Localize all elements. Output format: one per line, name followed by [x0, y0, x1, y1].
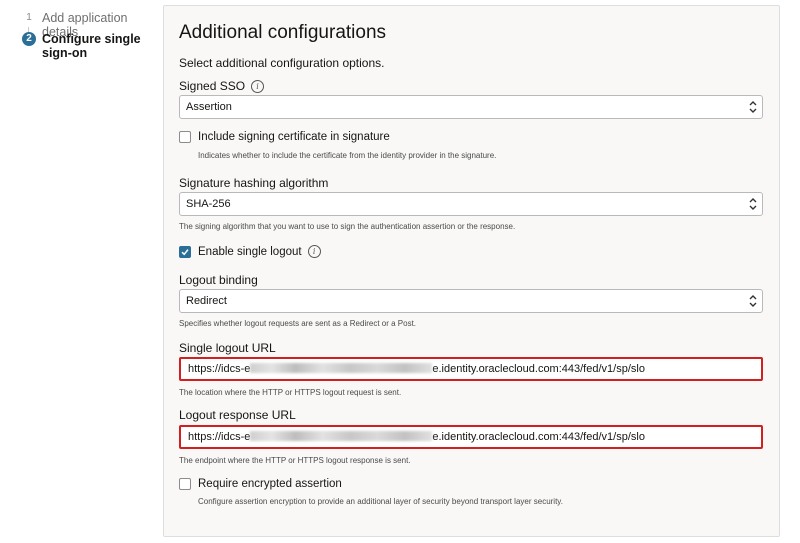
signature-hashing-help: The signing algorithm that you want to u… — [179, 222, 516, 231]
include-signing-certificate-checkbox[interactable] — [179, 131, 191, 143]
logout-response-url-label: Logout response URL — [179, 408, 296, 422]
logout-binding-value: Redirect — [186, 295, 227, 307]
require-encrypted-assertion-label: Require encrypted assertion — [198, 478, 342, 490]
include-signing-certificate-label: Include signing certificate in signature — [198, 131, 390, 143]
redacted-region — [250, 431, 433, 441]
url-suffix: e.identity.oraclecloud.com:443/fed/v1/sp… — [432, 431, 645, 443]
url-prefix: https://idcs-e — [188, 363, 251, 375]
step-number: 2 — [22, 32, 36, 46]
redacted-region — [250, 363, 433, 373]
url-prefix: https://idcs-e — [188, 431, 251, 443]
url-suffix: e.identity.oraclecloud.com:443/fed/v1/sp… — [432, 363, 645, 375]
logout-binding-label: Logout binding — [179, 273, 258, 287]
enable-single-logout-checkbox[interactable] — [179, 246, 191, 258]
signed-sso-label: Signed SSO i — [179, 79, 265, 93]
checkmark-icon — [181, 249, 189, 256]
signed-sso-select[interactable]: Assertion — [179, 95, 763, 119]
chevron-updown-icon — [749, 295, 757, 307]
logout-binding-help: Specifies whether logout requests are se… — [179, 319, 417, 328]
info-icon[interactable]: i — [251, 80, 265, 93]
panel-subtitle: Select additional configuration options. — [179, 56, 385, 70]
logout-response-url-help: The endpoint where the HTTP or HTTPS log… — [179, 456, 411, 465]
signature-hashing-select[interactable]: SHA-256 — [179, 192, 763, 216]
steps-nav: 1 Add application details 2 Configure si… — [0, 0, 160, 543]
require-encrypted-assertion-checkbox[interactable] — [179, 478, 191, 490]
require-encrypted-assertion-help: Configure assertion encryption to provid… — [198, 497, 563, 506]
panel-title: Additional configurations — [179, 22, 387, 43]
single-logout-url-help: The location where the HTTP or HTTPS log… — [179, 388, 402, 397]
signature-hashing-value: SHA-256 — [186, 198, 231, 210]
signed-sso-label-text: Signed SSO — [179, 79, 246, 93]
single-logout-url-value: https://idcs-e e.identity.oraclecloud.com… — [188, 359, 645, 379]
info-icon[interactable]: i — [307, 245, 321, 258]
single-logout-url-label: Single logout URL — [179, 341, 276, 355]
logout-response-url-value: https://idcs-e e.identity.oraclecloud.com… — [188, 427, 645, 447]
enable-single-logout-label: Enable single logout i — [198, 245, 321, 258]
chevron-updown-icon — [749, 101, 757, 113]
additional-configurations-panel: Additional configurations Select additio… — [163, 5, 780, 537]
step-configure-single-sign-on[interactable]: 2 Configure single sign-on — [22, 32, 160, 60]
chevron-updown-icon — [749, 198, 757, 210]
step-number: 1 — [26, 12, 32, 23]
logout-response-url-field[interactable]: https://idcs-e e.identity.oraclecloud.com… — [179, 425, 763, 449]
signature-hashing-label: Signature hashing algorithm — [179, 176, 329, 190]
enable-single-logout-label-text: Enable single logout — [198, 246, 302, 258]
signed-sso-value: Assertion — [186, 101, 232, 113]
include-signing-certificate-help: Indicates whether to include the certifi… — [198, 151, 497, 160]
single-logout-url-field[interactable]: https://idcs-e e.identity.oraclecloud.com… — [179, 357, 763, 381]
step-label: Configure single sign-on — [42, 32, 141, 60]
logout-binding-select[interactable]: Redirect — [179, 289, 763, 313]
